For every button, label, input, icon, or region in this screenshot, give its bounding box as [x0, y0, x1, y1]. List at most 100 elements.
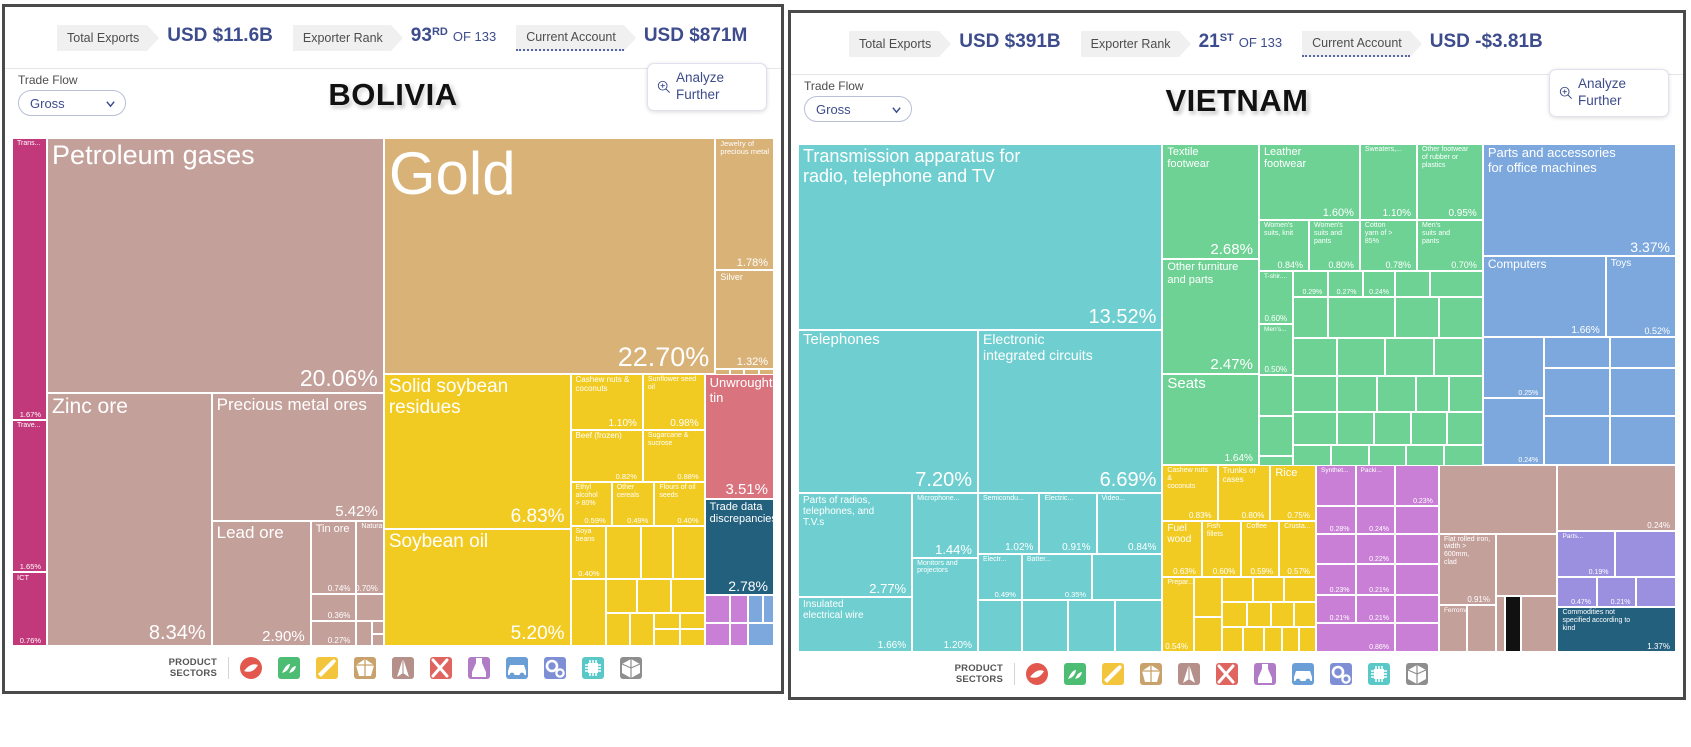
treemap-cell[interactable]: [1395, 297, 1439, 339]
vegetables-icon[interactable]: [276, 655, 302, 681]
treemap-cell[interactable]: [748, 595, 764, 624]
treemap-cell[interactable]: Packi...: [1355, 465, 1396, 506]
treemap-cell[interactable]: Women's suits and pants 0.80%: [1308, 220, 1360, 271]
treemap-cell[interactable]: [1337, 376, 1377, 412]
treemap-cell[interactable]: Other cereals 0.49%: [611, 482, 655, 527]
treemap-cell[interactable]: [1416, 376, 1450, 412]
treemap-cell[interactable]: [1222, 602, 1247, 627]
treemap-cell[interactable]: [1496, 533, 1558, 597]
treemap-cell[interactable]: Microphone... 1.44%: [912, 492, 978, 558]
treemap-cell[interactable]: Crusta... 0.57%: [1279, 520, 1317, 577]
treemap-cell[interactable]: [1337, 411, 1374, 445]
treemap-cell[interactable]: 0.24%: [1482, 398, 1545, 466]
treemap-cell[interactable]: Transmission apparatus for radio, teleph…: [798, 144, 1163, 331]
treemap-cell[interactable]: [1467, 604, 1496, 652]
treemap-cell[interactable]: 0.24%: [1355, 505, 1396, 534]
treemap-cell[interactable]: [1299, 626, 1316, 652]
treemap-cell[interactable]: [1395, 271, 1431, 298]
analyze-further-button[interactable]: Analyze Further: [1549, 69, 1669, 117]
treemap-cell[interactable]: 0.21%: [1355, 564, 1396, 595]
treemap-cell[interactable]: [629, 612, 655, 646]
treemap-cell[interactable]: Lead ore 2.90%: [211, 521, 311, 646]
treemap-cell[interactable]: [1293, 376, 1338, 412]
treemap-cell[interactable]: [1395, 564, 1439, 595]
other-icon[interactable]: [618, 655, 644, 681]
treemap-cell[interactable]: Jewelry of precious metal 1.78%: [715, 138, 774, 271]
treemap-cell[interactable]: Video... 0.84%: [1096, 492, 1163, 554]
treemap-cell[interactable]: Electr... 0.49%: [977, 553, 1022, 600]
treemap-cell[interactable]: Sweaters,... 1.10%: [1359, 144, 1417, 221]
treemap-cell[interactable]: Synthet...: [1316, 465, 1356, 506]
treemap-cell[interactable]: 0.21%: [1355, 594, 1396, 623]
treemap-cell[interactable]: Rice 0.75%: [1270, 465, 1316, 521]
metals-icon[interactable]: [390, 655, 416, 681]
treemap-cell[interactable]: Batter... 0.35%: [1021, 553, 1093, 600]
treemap-cell[interactable]: Men's... 0.50%: [1258, 324, 1294, 376]
vegetables-icon[interactable]: [1062, 661, 1088, 687]
treemap-cell[interactable]: [1264, 626, 1282, 652]
treemap-bolivia[interactable]: Trans... 1.67% Trave... 1.65% ICT 0.76% Petrol…: [12, 138, 774, 646]
treemap-cell[interactable]: Prepar... 0.54%: [1162, 576, 1194, 652]
analyze-further-button[interactable]: Analyze Further: [647, 63, 767, 111]
trade-flow-select[interactable]: Gross: [18, 90, 126, 116]
stat-exporter-rank[interactable]: Exporter Rank 93 RD OF 133: [292, 24, 496, 51]
treemap-cell[interactable]: [1246, 602, 1272, 627]
treemap-cell[interactable]: [1636, 576, 1676, 608]
treemap-cell[interactable]: Trade data discrepancies 2.78%: [704, 498, 774, 596]
treemap-cell[interactable]: [1395, 594, 1439, 623]
treemap-cell[interactable]: 0.23%: [1316, 564, 1356, 595]
treemap-cell[interactable]: Soybean oil 5.20%: [383, 529, 571, 646]
treemap-cell[interactable]: [1243, 626, 1265, 652]
stat-current-account[interactable]: Current Account USD $871M: [516, 24, 747, 51]
treemap-cell[interactable]: Computers 1.66%: [1482, 255, 1606, 338]
treemap-cell[interactable]: [1021, 599, 1069, 652]
treemap-cell[interactable]: Women's suits, knit 0.84%: [1258, 220, 1309, 271]
treemap-cell[interactable]: [1610, 367, 1676, 416]
stat-total-exports[interactable]: Total Exports USD $391B: [849, 30, 1061, 57]
treemap-cell[interactable]: Zinc ore 8.34%: [47, 393, 212, 646]
treemap-cell[interactable]: Sunflower seed oil 0.98%: [642, 374, 705, 431]
treemap-cell[interactable]: [1283, 576, 1317, 603]
chemicals-icon[interactable]: [1214, 661, 1240, 687]
treemap-cell[interactable]: Flat rolled iron, width > 600mm, clad 0.9…: [1438, 533, 1496, 605]
treemap-cell[interactable]: Ethyl alcohol > 80% 0.59%: [570, 482, 612, 527]
treemap-cell[interactable]: Soya beans 0.40%: [570, 526, 606, 580]
treemap-cell[interactable]: Insulated electrical wire 1.66%: [798, 597, 913, 652]
treemap-cell[interactable]: Parts... 0.19%: [1557, 531, 1615, 577]
treemap-cell[interactable]: [1114, 599, 1163, 652]
transportation-icon[interactable]: [1290, 661, 1316, 687]
treemap-cell[interactable]: 0.27%: [310, 621, 357, 646]
electronics-icon[interactable]: [1366, 661, 1392, 687]
treemap-cell[interactable]: [605, 526, 641, 580]
treemap-cell[interactable]: [1446, 411, 1483, 445]
treemap-cell[interactable]: Unwrought tin 3.51%: [704, 374, 774, 499]
treemap-cell[interactable]: [356, 621, 372, 646]
treemap-cell[interactable]: 0.36%: [310, 593, 357, 622]
transportation-icon[interactable]: [504, 655, 530, 681]
treemap-cell[interactable]: [671, 579, 705, 613]
treemap-cell[interactable]: [679, 629, 705, 646]
treemap-cell[interactable]: Beef (frozen) 0.82%: [570, 430, 643, 483]
treemap-cell[interactable]: Commodities not specified according to k…: [1557, 607, 1676, 652]
treemap-cell[interactable]: 0.21%: [1596, 576, 1637, 608]
trade-flow-select[interactable]: Gross: [804, 96, 912, 122]
treemap-cell[interactable]: Trave... 1.65%: [12, 420, 48, 572]
treemap-cell[interactable]: Coffee 0.59%: [1241, 520, 1280, 577]
treemap-cell[interactable]: Tin ore 0.74%: [310, 521, 357, 594]
treemap-cell[interactable]: Trunks or cases 0.80%: [1217, 465, 1271, 521]
treemap-cell[interactable]: 0.29%: [1293, 271, 1329, 298]
treemap-cell[interactable]: Fish fillets 0.60%: [1201, 520, 1242, 577]
stat-total-exports[interactable]: Total Exports USD $11.6B: [57, 24, 273, 51]
treemap-cell[interactable]: [1222, 626, 1244, 652]
other-icon[interactable]: [1404, 661, 1430, 687]
treemap-cell[interactable]: Solid soybean residues 6.83%: [383, 374, 571, 530]
treemap-cell[interactable]: [1193, 576, 1223, 618]
treemap-cell[interactable]: 0.47%: [1557, 576, 1597, 608]
treemap-cell[interactable]: [672, 526, 705, 580]
treemap-cell[interactable]: [1258, 375, 1294, 416]
treemap-cell[interactable]: Semicondu... 1.02%: [977, 492, 1040, 554]
treemap-cell[interactable]: 0.21%: [1316, 594, 1356, 623]
machines-icon[interactable]: [542, 655, 568, 681]
treemap-cell[interactable]: 0.86%: [1316, 622, 1396, 652]
treemap-cell[interactable]: [704, 595, 730, 624]
